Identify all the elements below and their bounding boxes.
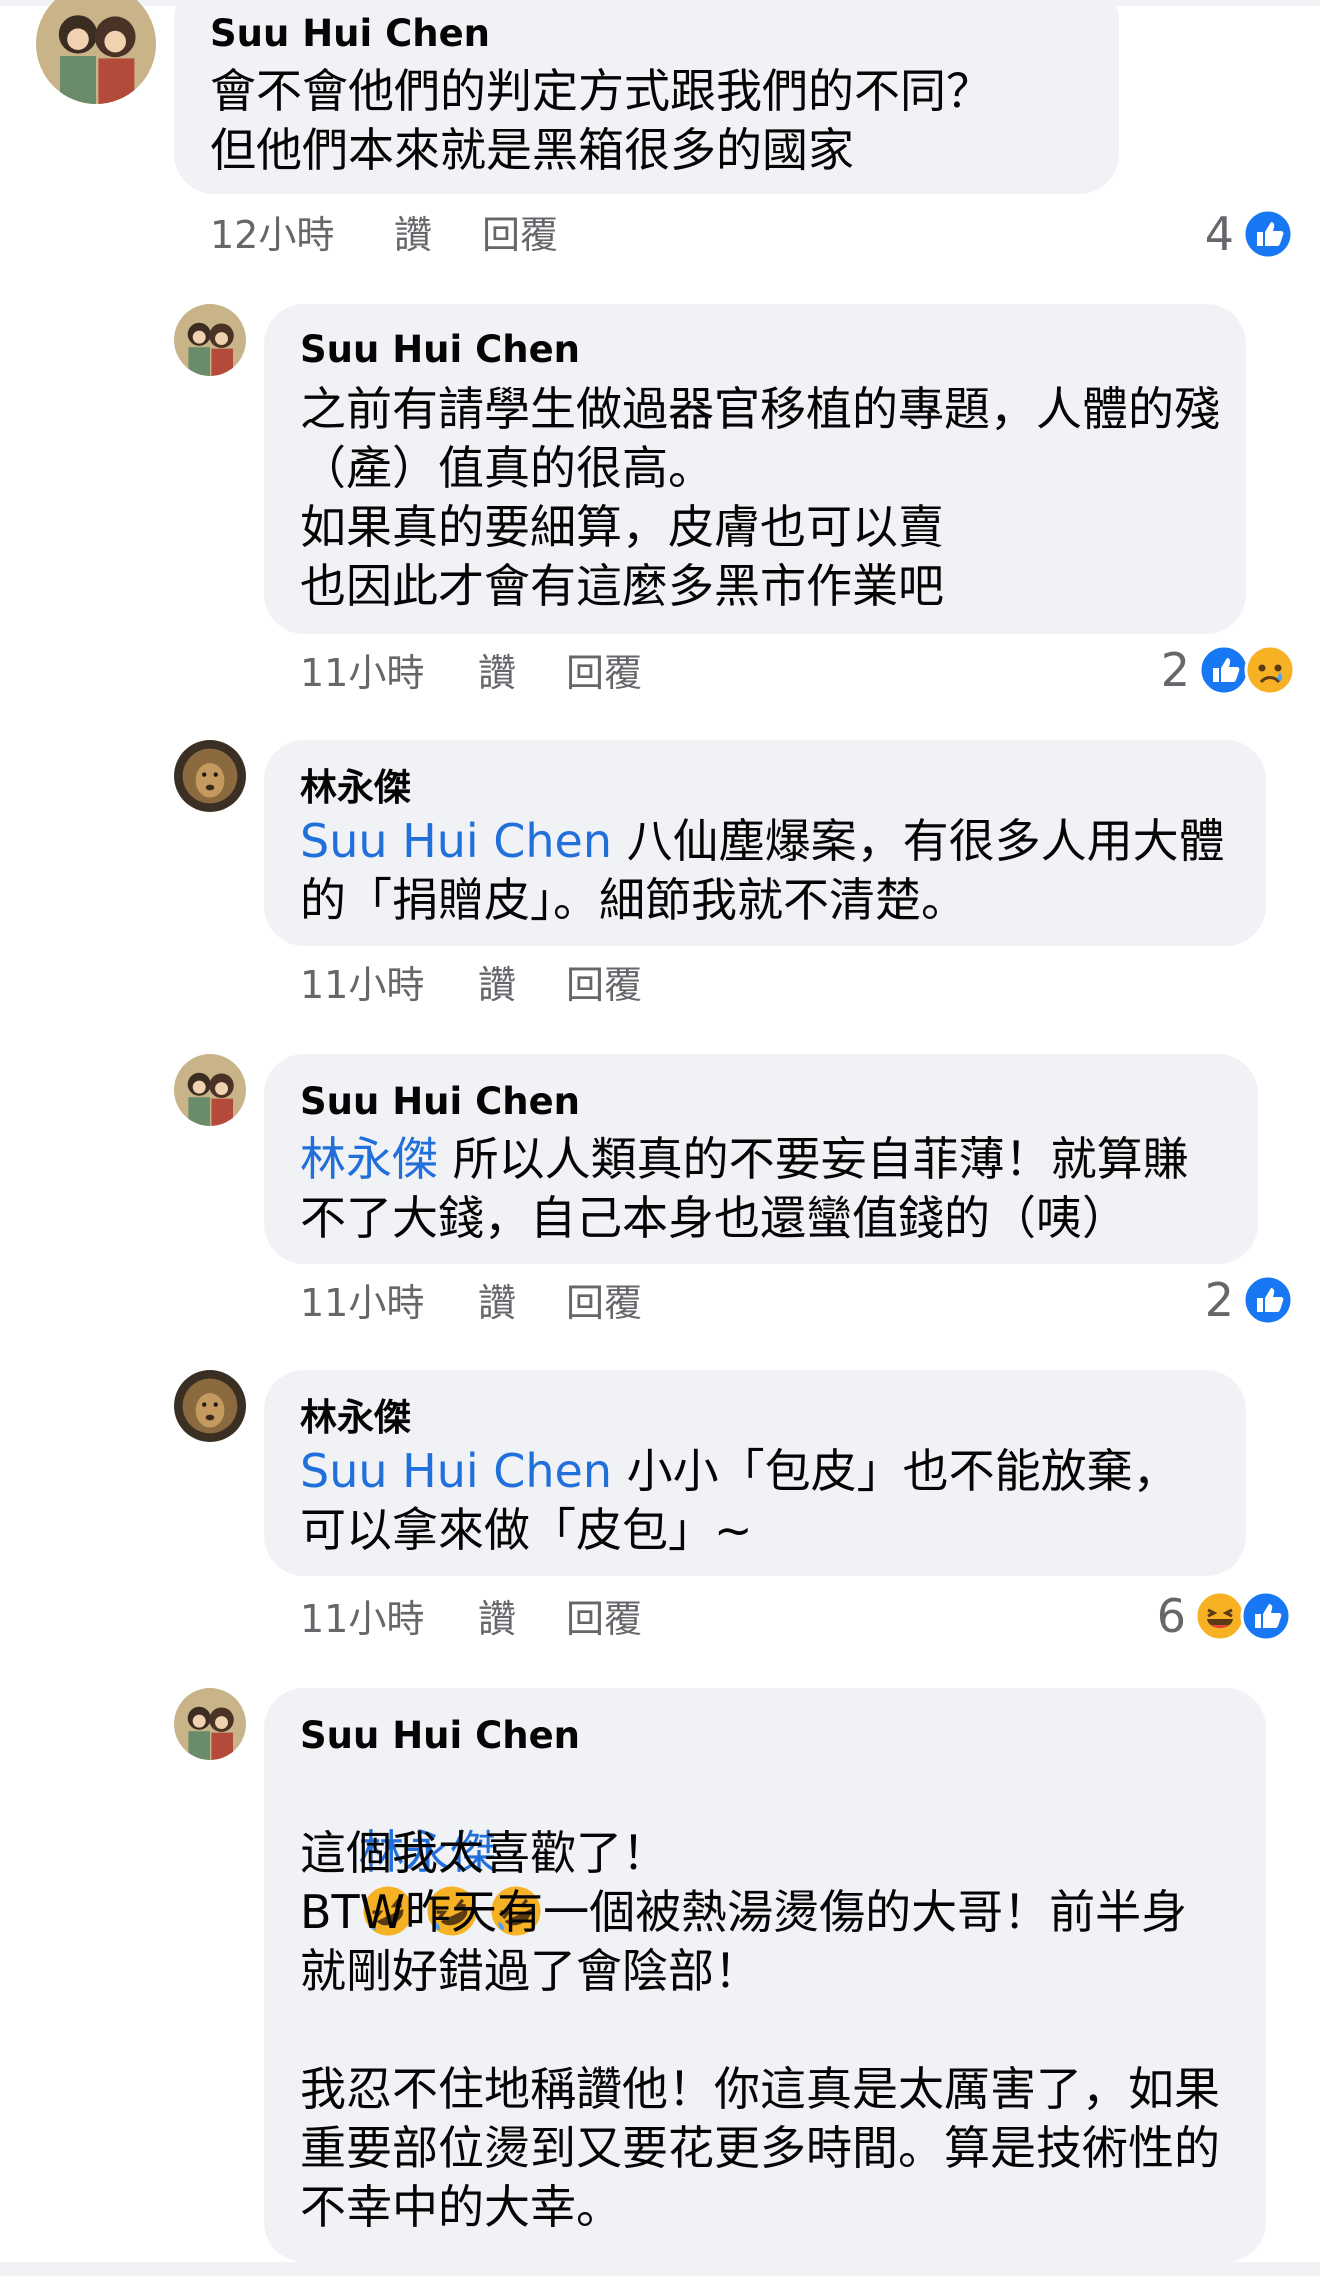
- reaction-summary[interactable]: 2: [1150, 642, 1300, 698]
- reaction-count: 4: [1204, 207, 1234, 261]
- mention-link[interactable]: Suu Hui Chen: [300, 814, 612, 868]
- reaction-summary[interactable]: 6: [1146, 1588, 1300, 1644]
- comment-time[interactable]: 11小時: [300, 650, 424, 696]
- like-button[interactable]: 讚: [478, 1280, 516, 1326]
- comment-text: Suu Hui Chen 小小「包皮」也不能放棄， 可以拿來做「皮包」~: [300, 1442, 1230, 1560]
- like-button[interactable]: 讚: [394, 212, 432, 258]
- comment-time[interactable]: 12小時: [210, 212, 334, 258]
- avatar-lin[interactable]: [174, 1370, 246, 1442]
- comment-time[interactable]: 11小時: [300, 1596, 424, 1642]
- comment-author[interactable]: Suu Hui Chen: [300, 1714, 580, 1758]
- comment-time[interactable]: 11小時: [300, 962, 424, 1008]
- comment-author[interactable]: 林永傑: [300, 766, 411, 810]
- mention-link[interactable]: Suu Hui Chen: [300, 1444, 612, 1498]
- haha-icon: [1194, 1590, 1246, 1642]
- comment-author[interactable]: Suu Hui Chen: [210, 12, 490, 56]
- comment-text: 這個我太喜歡了！ BTW昨天有一個被熱湯燙傷的大哥！前半身就剛好錯過了會陰部！ …: [300, 1826, 1220, 2234]
- reaction-count: 2: [1204, 1273, 1234, 1327]
- comment-text: Suu Hui Chen 八仙塵爆案，有很多人用大體的「捐贈皮」。細節我就不清楚…: [300, 812, 1240, 930]
- reaction-count: 6: [1156, 1589, 1186, 1643]
- like-button[interactable]: 讚: [478, 962, 516, 1008]
- reply-button[interactable]: 回覆: [566, 962, 642, 1008]
- avatar-suu[interactable]: [174, 1054, 246, 1126]
- like-icon: [1242, 1274, 1294, 1326]
- comment-author[interactable]: Suu Hui Chen: [300, 1080, 580, 1124]
- bottom-divider: [0, 2262, 1320, 2276]
- reply-button[interactable]: 回覆: [566, 650, 642, 696]
- reaction-summary[interactable]: 2: [1190, 1272, 1300, 1328]
- like-button[interactable]: 讚: [478, 1596, 516, 1642]
- avatar-suu[interactable]: [174, 1688, 246, 1760]
- reply-button[interactable]: 回覆: [482, 212, 558, 258]
- comment-meta: 11小時 讚 回覆: [300, 650, 800, 696]
- comment-text: 林永傑 所以人類真的不要妄自菲薄！就算賺不了大錢，自己本身也還蠻值錢的（咦）: [300, 1130, 1230, 1248]
- avatar-lin[interactable]: [174, 740, 246, 812]
- comment-meta: 11小時 讚 回覆: [300, 1280, 800, 1326]
- reaction-summary[interactable]: 4: [1170, 206, 1300, 262]
- mention-link[interactable]: 林永傑: [300, 1132, 438, 1186]
- comment-text: 之前有請學生做過器官移植的專題，人體的殘（產）值真的很高。 如果真的要細算，皮膚…: [300, 382, 1220, 613]
- comment-meta: 12小時 讚 回覆: [210, 212, 710, 258]
- comment-meta: 11小時 讚 回覆: [300, 1596, 800, 1642]
- like-icon: [1240, 1590, 1292, 1642]
- like-icon: [1242, 208, 1294, 260]
- reply-button[interactable]: 回覆: [566, 1596, 642, 1642]
- comment-text: 會不會他們的判定方式跟我們的不同？ 但他們本來就是黑箱很多的國家: [210, 64, 992, 177]
- reply-button[interactable]: 回覆: [566, 1280, 642, 1326]
- like-button[interactable]: 讚: [478, 650, 516, 696]
- like-icon: [1198, 644, 1250, 696]
- comment-meta: 11小時 讚 回覆: [300, 962, 800, 1008]
- reaction-count: 2: [1160, 643, 1190, 697]
- sad-icon: [1244, 644, 1296, 696]
- comment-author[interactable]: 林永傑: [300, 1396, 411, 1440]
- avatar-suu[interactable]: [36, 0, 156, 104]
- comment-time[interactable]: 11小時: [300, 1280, 424, 1326]
- avatar-suu[interactable]: [174, 304, 246, 376]
- comment-author[interactable]: Suu Hui Chen: [300, 328, 580, 372]
